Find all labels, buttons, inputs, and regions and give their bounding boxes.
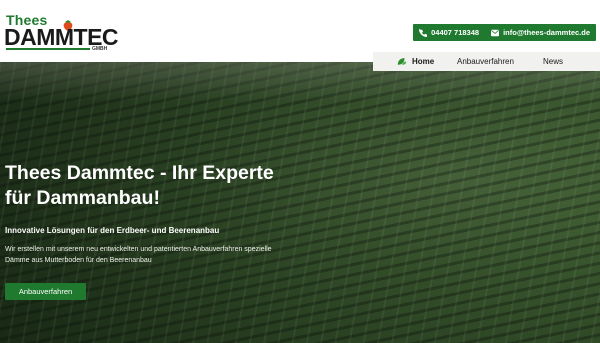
email-link[interactable]: info@thees-dammtec.de bbox=[485, 24, 596, 41]
nav-label-news: News bbox=[543, 57, 564, 66]
company-logo[interactable]: Thees DAMMTEC GMBH bbox=[4, 12, 119, 52]
hero-subtitle: Innovative Lösungen für den Erdbeer- und… bbox=[5, 226, 220, 235]
hero-title: Thees Dammtec - Ihr Experte für Dammanba… bbox=[5, 162, 274, 209]
phone-number: 04407 718348 bbox=[431, 28, 480, 37]
anbauverfahren-button[interactable]: Anbauverfahren bbox=[5, 283, 86, 300]
nav-item-anbauverfahren[interactable]: Anbauverfahren bbox=[457, 57, 514, 66]
phone-link[interactable]: 04407 718348 bbox=[413, 24, 485, 41]
logo-text-sub: GMBH bbox=[92, 46, 108, 52]
nav-item-news[interactable]: News bbox=[543, 57, 563, 66]
contact-bar: 04407 718348 info@thees-dammtec.de bbox=[413, 24, 596, 41]
envelope-icon bbox=[491, 29, 500, 36]
phone-icon bbox=[419, 28, 428, 37]
logo-underline bbox=[6, 48, 90, 50]
hero-section: Thees Dammtec - Ihr Experte für Dammanba… bbox=[0, 62, 600, 343]
nav-item-home[interactable]: Home bbox=[397, 57, 434, 66]
hero-description: Wir erstellen mit unserem neu entwickelt… bbox=[5, 246, 272, 264]
email-address: info@thees-dammtec.de bbox=[503, 28, 590, 37]
nav-label-home: Home bbox=[412, 57, 435, 66]
nav-label-anbauverfahren: Anbauverfahren bbox=[457, 57, 514, 66]
main-nav: Home Anbauverfahren News bbox=[373, 52, 600, 71]
leaf-icon bbox=[397, 58, 407, 65]
